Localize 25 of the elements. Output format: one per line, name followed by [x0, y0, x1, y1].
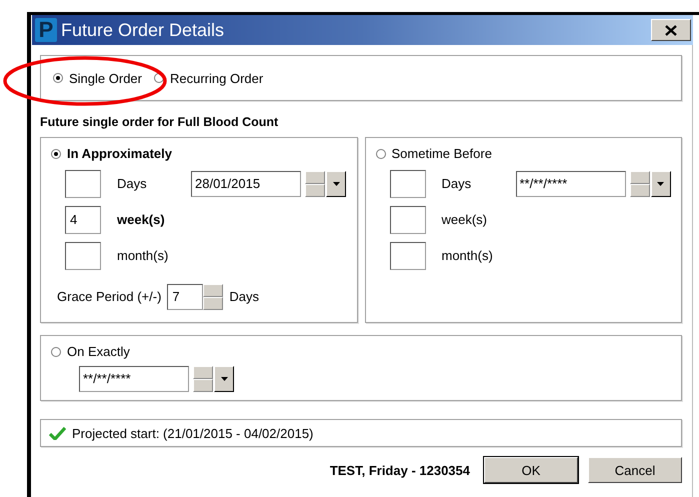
dialog-button[interactable]: Cancel	[588, 457, 682, 483]
unit-label: week(s)	[442, 212, 488, 227]
projected-start-text: Projected start: (21/01/2015 - 04/02/2015)	[72, 426, 314, 440]
window-title: Future Order Details	[61, 20, 226, 40]
timing-radio[interactable]: Sometime Before	[376, 146, 492, 161]
app-logo: P	[35, 18, 57, 42]
patient-label: TEST, Friday - 1230354	[330, 462, 470, 478]
unit-label: Days	[442, 176, 472, 191]
date-field[interactable]: **/**/****	[516, 170, 626, 196]
timing-radio[interactable]: In Approximately	[51, 146, 172, 161]
date-field[interactable]: **/**/****	[79, 366, 189, 392]
unit-label: Days	[229, 289, 260, 304]
number-field[interactable]: 4	[65, 206, 101, 234]
dialog-button[interactable]: OK	[484, 457, 578, 483]
order-type-radio[interactable]: Recurring Order	[154, 70, 264, 86]
grace-period-label: Grace Period (+/-)	[57, 289, 162, 304]
date-field[interactable]: 28/01/2015	[191, 170, 301, 196]
timing-radio[interactable]: On Exactly	[51, 344, 130, 359]
grace-period-field[interactable]: 7	[167, 284, 204, 310]
unit-label: month(s)	[442, 248, 494, 263]
unit-label: Days	[117, 176, 148, 191]
section-heading: Future single order for Full Blood Count	[40, 115, 280, 129]
unit-label: month(s)	[117, 248, 169, 263]
order-type-radio[interactable]: Single Order	[53, 70, 142, 86]
unit-label: week(s)	[117, 212, 166, 227]
